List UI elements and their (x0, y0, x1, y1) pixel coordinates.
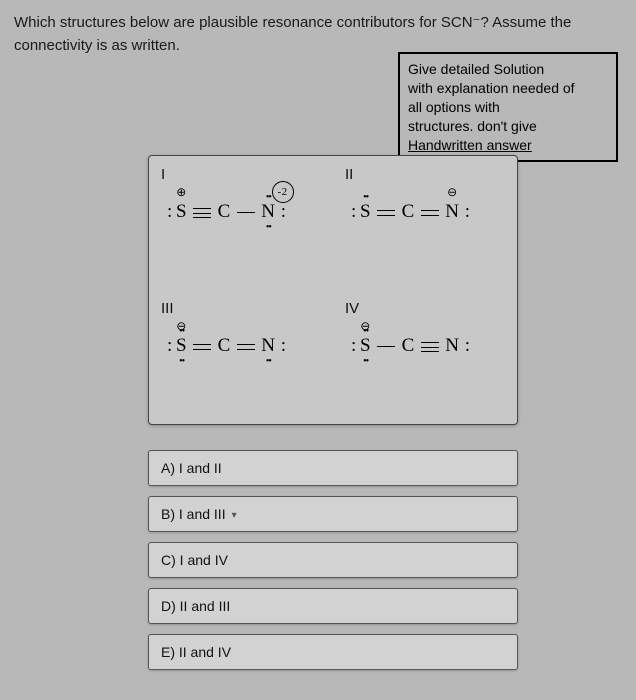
option-E[interactable]: E) II and IV (148, 634, 518, 670)
roman-label: I (161, 166, 321, 183)
roman-label: IV (345, 300, 505, 317)
note-line: structures. don't give Handwritten answe… (408, 117, 608, 155)
lewis-structure: : S•• C N⊖ : (345, 201, 505, 223)
answer-options: A) I and II B) I and III ▾ C) I and IV D)… (148, 450, 518, 680)
lone-pair-right: : (465, 201, 471, 222)
dropdown-marker-icon: ▾ (232, 510, 237, 521)
charge: ⊖ (445, 185, 459, 200)
note-line: with explanation needed of (408, 79, 608, 98)
bond-double (421, 210, 439, 216)
atom-N: N⊖ (445, 201, 459, 223)
option-D[interactable]: D) II and III (148, 588, 518, 624)
atom-S: S⊖•••• (360, 335, 371, 357)
lone-pair-right: : (465, 335, 471, 356)
lone-pair-top: •• (360, 192, 371, 203)
lewis-structure: : S⊕ C N••••-2 : (161, 201, 321, 223)
instruction-note: Give detailed Solution with explanation … (398, 52, 618, 162)
bond-double (377, 210, 395, 216)
atom-N: N (445, 335, 459, 357)
option-B[interactable]: B) I and III ▾ (148, 496, 518, 532)
lone-pair-right: : (281, 201, 287, 222)
note-line: Give detailed Solution (408, 60, 608, 79)
lone-pair-bot: •• (261, 222, 275, 233)
lone-pair-left: : (167, 201, 173, 222)
structures-panel: I : S⊕ C N••••-2 : II : S•• C N⊖ : III :… (148, 155, 518, 425)
structure-I: I : S⊕ C N••••-2 : (149, 156, 333, 290)
bond-triple (193, 208, 211, 218)
roman-label: II (345, 166, 505, 183)
lone-pair-bot: •• (360, 356, 371, 367)
atom-C: C (218, 201, 231, 223)
option-A[interactable]: A) I and II (148, 450, 518, 486)
lone-pair-top: •• (360, 326, 371, 337)
atom-N: N•• (261, 335, 275, 357)
lone-pair-bot: •• (176, 356, 187, 367)
lone-pair-bot: •• (261, 356, 275, 367)
bond-triple (421, 342, 439, 352)
bond-double (193, 344, 211, 350)
lone-pair-left: : (351, 335, 357, 356)
bond-single (237, 212, 255, 213)
atom-C: C (402, 335, 415, 357)
lone-pair-top: •• (176, 326, 187, 337)
atom-S: S•• (360, 201, 371, 223)
structure-III: III : S⊖•••• C N•• : (149, 290, 333, 424)
option-label: B) I and III (161, 506, 226, 522)
note-line: all options with (408, 98, 608, 117)
lone-pair-right: : (281, 335, 287, 356)
atom-N: N••••-2 (261, 201, 275, 223)
bond-double (237, 344, 255, 350)
roman-label: III (161, 300, 321, 317)
bond-single (377, 346, 395, 347)
formal-charge-circle: -2 (272, 181, 294, 203)
atom-S: S⊖•••• (176, 335, 187, 357)
note-underline: Handwritten answer (408, 137, 532, 153)
lewis-structure: : S⊖•••• C N•• : (161, 335, 321, 357)
structure-II: II : S•• C N⊖ : (333, 156, 517, 290)
structure-IV: IV : S⊖•••• C N : (333, 290, 517, 424)
atom-C: C (402, 201, 415, 223)
lewis-structure: : S⊖•••• C N : (345, 335, 505, 357)
atom-S: S⊕ (176, 201, 187, 223)
lone-pair-left: : (167, 335, 173, 356)
option-C[interactable]: C) I and IV (148, 542, 518, 578)
charge: ⊕ (176, 185, 187, 200)
lone-pair-left: : (351, 201, 357, 222)
atom-C: C (218, 335, 231, 357)
